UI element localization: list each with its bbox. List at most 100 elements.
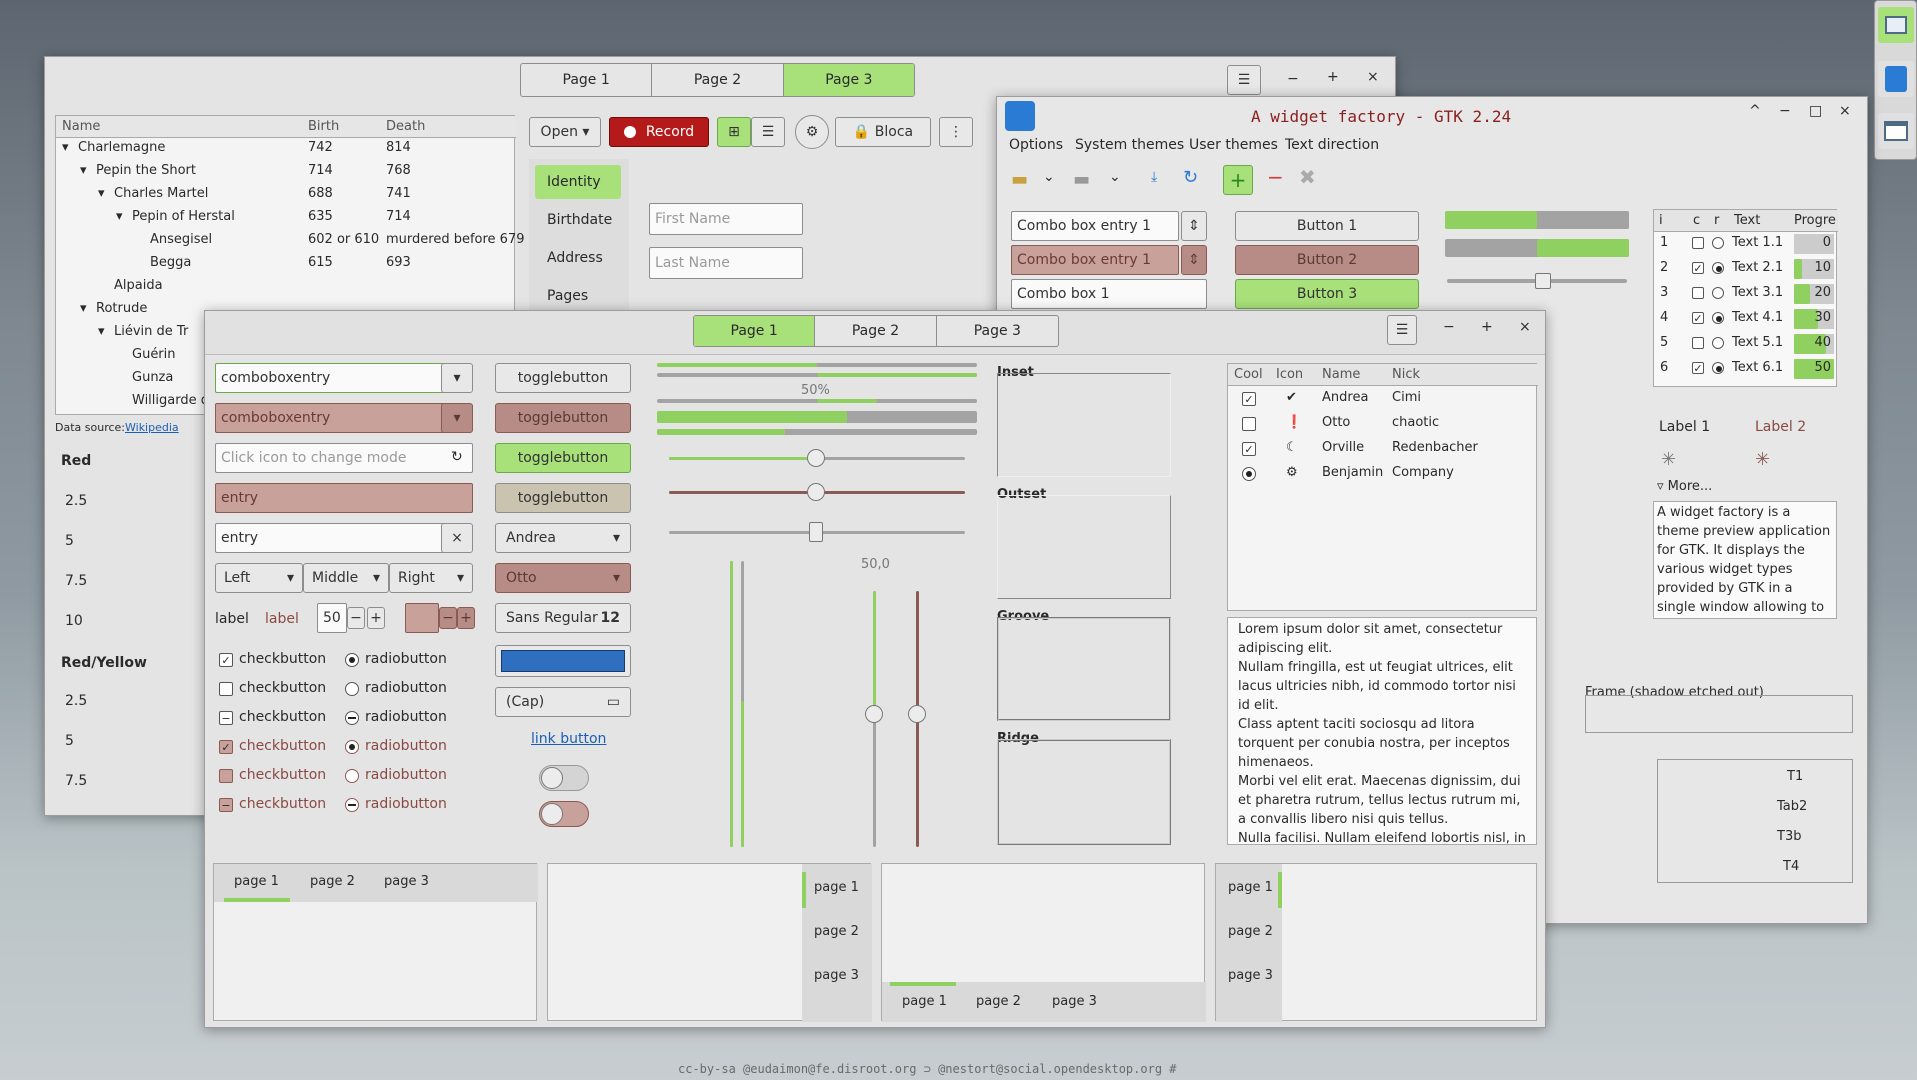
expander[interactable]: ▿ More...: [1657, 479, 1712, 494]
maximize-icon[interactable]: +: [1481, 319, 1493, 335]
hscale-marks[interactable]: [669, 522, 965, 542]
menu-system-themes[interactable]: System themes: [1075, 137, 1184, 153]
row-cool-radio[interactable]: [1242, 467, 1256, 481]
row-radio[interactable]: [1712, 287, 1724, 299]
tab-page-2[interactable]: page 2: [310, 874, 355, 889]
error-entry[interactable]: entry: [215, 483, 473, 513]
spin-arrows-icon[interactable]: ⇕: [1181, 245, 1207, 275]
expander-arrow-icon[interactable]: ▾: [98, 186, 105, 201]
lorem-text-view[interactable]: Lorem ipsum dolor sit amet, consectetur …: [1227, 617, 1537, 845]
tree-row-name[interactable]: Charles Martel: [114, 186, 208, 201]
row-checkbox[interactable]: [1692, 287, 1704, 299]
file-chooser-button[interactable]: (Cap) ▭: [495, 687, 631, 717]
checkbutton[interactable]: [219, 682, 233, 696]
row-radio[interactable]: [1712, 237, 1724, 249]
menu-text-direction[interactable]: Text direction: [1285, 137, 1379, 153]
radiobutton[interactable]: [345, 769, 359, 783]
refresh-icon[interactable]: ↻: [1183, 167, 1198, 188]
link-button[interactable]: link button: [531, 731, 606, 747]
menu-button[interactable]: ☰: [1387, 315, 1417, 345]
tree-row-name[interactable]: Begga: [150, 255, 191, 270]
chevron-down-icon[interactable]: ▾: [441, 363, 473, 393]
row-radio[interactable]: [1712, 337, 1724, 349]
row-radio[interactable]: [1712, 312, 1724, 324]
more-menu-icon[interactable]: ⋮: [939, 117, 973, 147]
tree-row-name[interactable]: Alpaida: [114, 278, 163, 293]
chevron-up-icon[interactable]: ^: [1749, 103, 1761, 119]
lock-button[interactable]: 🔒 Bloca: [835, 117, 931, 147]
radiobutton[interactable]: [345, 740, 359, 754]
refresh-icon[interactable]: ↻: [451, 449, 463, 465]
radiobutton[interactable]: [345, 798, 359, 812]
col-death[interactable]: Death: [386, 119, 425, 134]
window-icon[interactable]: [1878, 113, 1914, 149]
combo-box-entry-error[interactable]: Combo box entry 1: [1011, 245, 1179, 275]
checkbutton[interactable]: ✓: [219, 653, 233, 667]
checkbutton[interactable]: ✓: [219, 740, 233, 754]
hscale-error[interactable]: [669, 483, 965, 501]
list-item[interactable]: 10: [65, 613, 83, 629]
menu-button[interactable]: ☰: [1227, 65, 1261, 95]
togglebutton-inconsistent[interactable]: togglebutton: [495, 483, 631, 513]
tab-page-3[interactable]: page 3: [1052, 994, 1097, 1009]
col-progress[interactable]: Progre: [1794, 213, 1836, 228]
col-name[interactable]: Name: [1322, 367, 1360, 382]
col-cool[interactable]: Cool: [1234, 367, 1263, 382]
col-r[interactable]: r: [1714, 213, 1719, 228]
menu-options[interactable]: Options: [1009, 137, 1063, 153]
switch-error[interactable]: [539, 801, 589, 827]
record-button[interactable]: Record: [609, 117, 709, 147]
col-c[interactable]: c: [1693, 213, 1700, 228]
close-icon[interactable]: ×: [1367, 69, 1379, 85]
tab-page-2[interactable]: Page 2: [815, 316, 937, 346]
first-name-field[interactable]: First Name: [649, 203, 803, 235]
close-icon[interactable]: ×: [1839, 103, 1851, 119]
spin-arrows-icon[interactable]: ⇕: [1181, 211, 1207, 241]
checkbutton[interactable]: [219, 769, 233, 783]
tab-t1[interactable]: T1: [1787, 769, 1803, 784]
row-cool-checkbox[interactable]: ✓: [1242, 392, 1256, 406]
vscale[interactable]: [741, 561, 744, 847]
row-checkbox[interactable]: ✓: [1692, 312, 1704, 324]
col-name[interactable]: Name: [62, 119, 100, 134]
tab-t4[interactable]: T4: [1783, 859, 1799, 874]
tree-row-name[interactable]: Ansegisel: [150, 232, 212, 247]
tab-page-3[interactable]: page 3: [384, 874, 429, 889]
row-checkbox[interactable]: [1692, 237, 1704, 249]
vscale-error[interactable]: [908, 591, 926, 847]
tab-page-1[interactable]: page 1: [234, 874, 279, 889]
row-radio[interactable]: [1712, 262, 1724, 274]
gear-icon[interactable]: ⚙: [795, 115, 829, 149]
sidebar-item-birthdate[interactable]: Birthdate: [547, 212, 612, 228]
tab-tab2[interactable]: Tab2: [1777, 799, 1807, 814]
button-2[interactable]: Button 2: [1235, 245, 1419, 275]
row-checkbox[interactable]: ✓: [1692, 262, 1704, 274]
tree-row-name[interactable]: Pepin of Herstal: [132, 209, 235, 224]
tab-page-1[interactable]: Page 1: [694, 316, 816, 346]
maximize-icon[interactable]: +: [1327, 69, 1339, 85]
col-i[interactable]: i: [1659, 213, 1663, 228]
list-item[interactable]: 5: [65, 533, 74, 549]
wikipedia-link[interactable]: Wikipedia: [125, 421, 179, 434]
spin-value-error[interactable]: [405, 603, 439, 633]
row-checkbox[interactable]: ✓: [1692, 362, 1704, 374]
tab-page-3[interactable]: page 3: [1228, 968, 1273, 983]
chevron-down-icon[interactable]: ▾: [441, 403, 473, 433]
color-button[interactable]: [495, 645, 631, 677]
expander-arrow-icon[interactable]: ▾: [116, 209, 123, 224]
tab-page-1[interactable]: Page 1: [521, 64, 653, 96]
tab-page-1[interactable]: page 1: [902, 994, 947, 1009]
col-birth[interactable]: Birth: [308, 119, 339, 134]
minimize-icon[interactable]: −: [1443, 319, 1455, 335]
combo-otto[interactable]: Otto ▾: [495, 563, 631, 593]
button-3[interactable]: Button 3: [1235, 279, 1419, 309]
col-text[interactable]: Text: [1734, 213, 1760, 228]
tab-page-2[interactable]: Page 2: [652, 64, 784, 96]
expander-arrow-icon[interactable]: ▾: [98, 324, 105, 339]
tab-page-2[interactable]: page 2: [976, 994, 1021, 1009]
clear-entry[interactable]: entry: [215, 523, 451, 553]
tree-row-name[interactable]: Rotrude: [96, 301, 147, 316]
plus-icon[interactable]: +: [367, 607, 385, 629]
row-checkbox[interactable]: [1692, 337, 1704, 349]
vscale[interactable]: [865, 591, 883, 847]
